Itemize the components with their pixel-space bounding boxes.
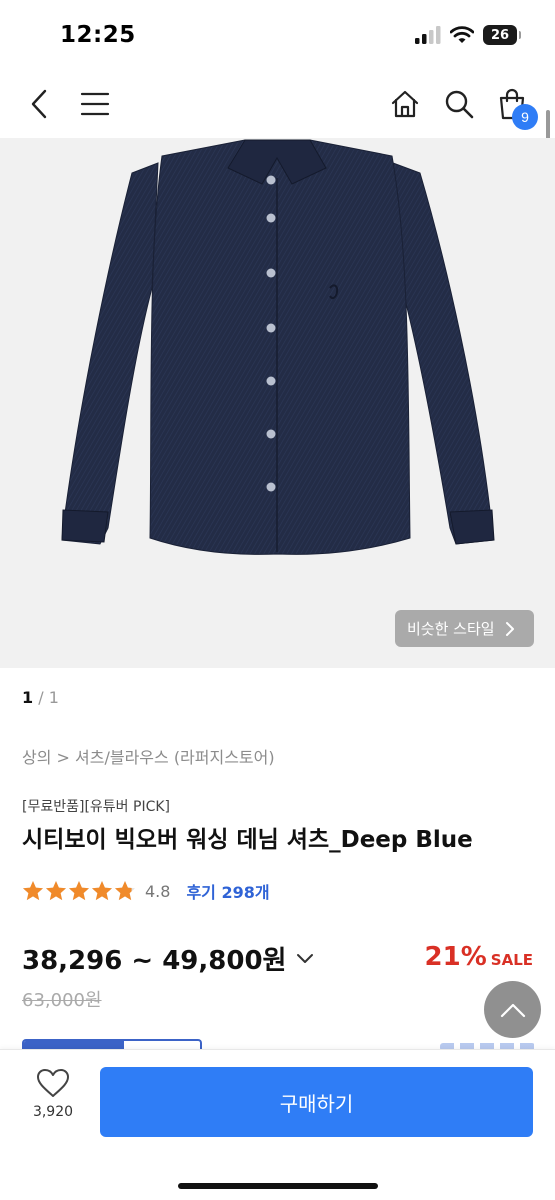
product-tags: [무료반품][유튜버 PICK]	[22, 799, 170, 815]
rating-value: 4.8	[145, 881, 171, 901]
star-icon	[115, 881, 135, 901]
like-count: 3,920	[32, 1104, 74, 1120]
status-icons: 26	[415, 25, 521, 45]
star-icon	[46, 881, 66, 901]
home-icon	[391, 90, 419, 118]
nav-bar	[0, 70, 555, 138]
home-indicator	[178, 1183, 378, 1189]
menu-icon	[80, 92, 110, 116]
battery-icon: 26	[483, 25, 521, 45]
like-button[interactable]: 3,920	[22, 1068, 84, 1148]
image-pager: 1 / 1	[22, 688, 59, 707]
back-icon	[31, 89, 47, 119]
scroll-top-button[interactable]	[484, 981, 541, 1038]
product-title: 시티보이 빅오버 워싱 데님 셔츠_Deep Blue	[22, 827, 473, 853]
sale-label: SALE	[490, 951, 533, 969]
bottom-action-bar: 3,920 구매하기	[0, 1049, 555, 1200]
pager-current: 1	[22, 688, 34, 707]
similar-style-button[interactable]: 비슷한 스타일	[395, 610, 534, 647]
heart-icon	[37, 1069, 69, 1097]
chevron-up-icon	[500, 1003, 525, 1017]
back-button[interactable]	[18, 82, 62, 126]
rating-row: 4.8 후기 298개	[22, 878, 270, 904]
menu-button[interactable]	[73, 82, 117, 126]
star-icon	[23, 881, 43, 901]
discount-percent: 21%	[424, 942, 487, 972]
home-button[interactable]	[383, 82, 427, 126]
discount: 21% SALE	[425, 942, 533, 972]
star-icon	[92, 881, 112, 901]
cart-count-badge: 9	[512, 104, 538, 130]
star-icon	[69, 881, 89, 901]
product-image[interactable]: 비슷한 스타일	[0, 138, 555, 668]
status-time: 12:25	[60, 22, 136, 48]
review-count-link[interactable]: 후기 298개	[186, 879, 269, 903]
similar-style-label: 비슷한 스타일	[407, 620, 495, 638]
signal-icon	[415, 26, 441, 44]
price-range-text: 38,296 ~ 49,800원	[22, 946, 287, 976]
chevron-right-icon	[505, 621, 514, 636]
wifi-icon	[450, 26, 474, 43]
breadcrumb[interactable]: 상의 > 셔츠/블라우스 (라퍼지스토어)	[22, 744, 275, 768]
denim-shirt-image	[61, 139, 495, 555]
buy-button[interactable]: 구매하기	[100, 1067, 533, 1137]
pager-total: / 1	[38, 688, 59, 707]
search-button[interactable]	[437, 82, 481, 126]
price-range[interactable]: 38,296 ~ 49,800원	[22, 940, 314, 977]
chevron-down-icon	[297, 953, 314, 963]
rating-stars	[22, 880, 136, 902]
original-price: 63,000원	[22, 990, 102, 1011]
status-bar: 12:25 26	[0, 0, 555, 70]
search-icon	[445, 90, 474, 119]
